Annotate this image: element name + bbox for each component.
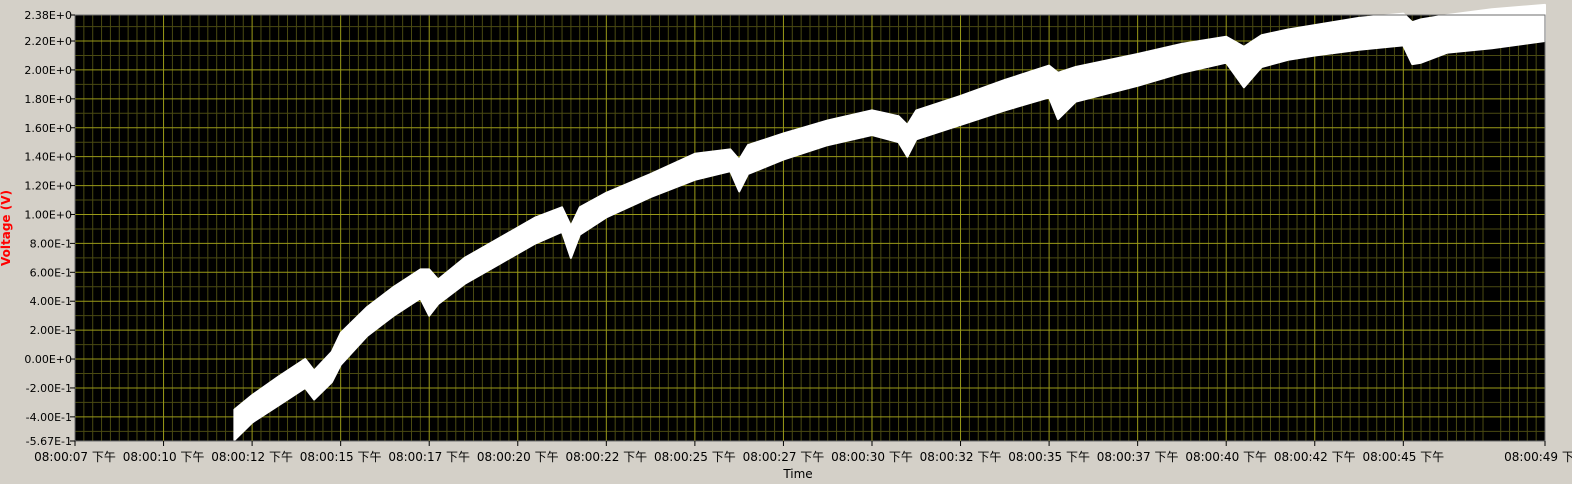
- y-tick-label: 1.00E+0: [24, 208, 72, 221]
- y-tick-label: 0.00E+0: [24, 353, 72, 366]
- y-tick-label: 2.00E+0: [24, 64, 72, 77]
- y-tick-label: 4.00E-1: [30, 295, 72, 308]
- x-tick-label: 08:00:17 下午: [388, 450, 470, 464]
- x-tick-label: 08:00:37 下午: [1097, 450, 1179, 464]
- x-tick-label: 08:00:10 下午: [123, 450, 205, 464]
- y-tick-label: -2.00E-1: [26, 382, 72, 395]
- x-tick-label: 08:00:15 下午: [300, 450, 382, 464]
- chart-svg: -5.67E-1 -4.00E-1 -2.00E-1 0.00E+0 2.00E-1 4.…: [0, 0, 1572, 481]
- x-tick-label: 08:00:45 下午: [1362, 450, 1444, 464]
- x-tick-label: 08:00:20 下午: [477, 450, 559, 464]
- y-tick-label: 1.40E+0: [24, 151, 72, 164]
- x-tick-label: 08:00:49 下午: [1504, 450, 1572, 464]
- x-axis-label: Time: [782, 467, 812, 480]
- voltage-chart: -5.67E-1 -4.00E-1 -2.00E-1 0.00E+0 2.00E-1 4.…: [0, 0, 1572, 481]
- x-tick-label: 08:00:40 下午: [1185, 450, 1267, 464]
- y-tick-label: 2.00E-1: [30, 324, 72, 337]
- y-tick-label: 2.38E+0: [24, 9, 72, 22]
- x-tick-label: 08:00:22 下午: [565, 450, 647, 464]
- x-tick-label: 08:00:12 下午: [211, 450, 293, 464]
- y-tick-label: -4.00E-1: [26, 411, 72, 424]
- x-tick-label: 08:00:35 下午: [1008, 450, 1090, 464]
- y-tick-label: 8.00E-1: [30, 237, 72, 250]
- y-axis-label: Voltage (V): [0, 190, 13, 266]
- y-tick-label: 1.20E+0: [24, 180, 72, 193]
- y-tick-label: 1.80E+0: [24, 93, 72, 106]
- y-tick-label: 2.20E+0: [24, 35, 72, 48]
- y-tick-label: -5.67E-1: [26, 435, 72, 448]
- x-tick-label: 08:00:07 下午: [34, 450, 116, 464]
- x-tick-label: 08:00:42 下午: [1274, 450, 1356, 464]
- x-tick-label: 08:00:32 下午: [920, 450, 1002, 464]
- x-tick-label: 08:00:30 下午: [831, 450, 913, 464]
- y-tick-label: 1.60E+0: [24, 122, 72, 135]
- y-tick-label: 6.00E-1: [30, 266, 72, 279]
- x-tick-label: 08:00:27 下午: [743, 450, 825, 464]
- x-tick-label: 08:00:25 下午: [654, 450, 736, 464]
